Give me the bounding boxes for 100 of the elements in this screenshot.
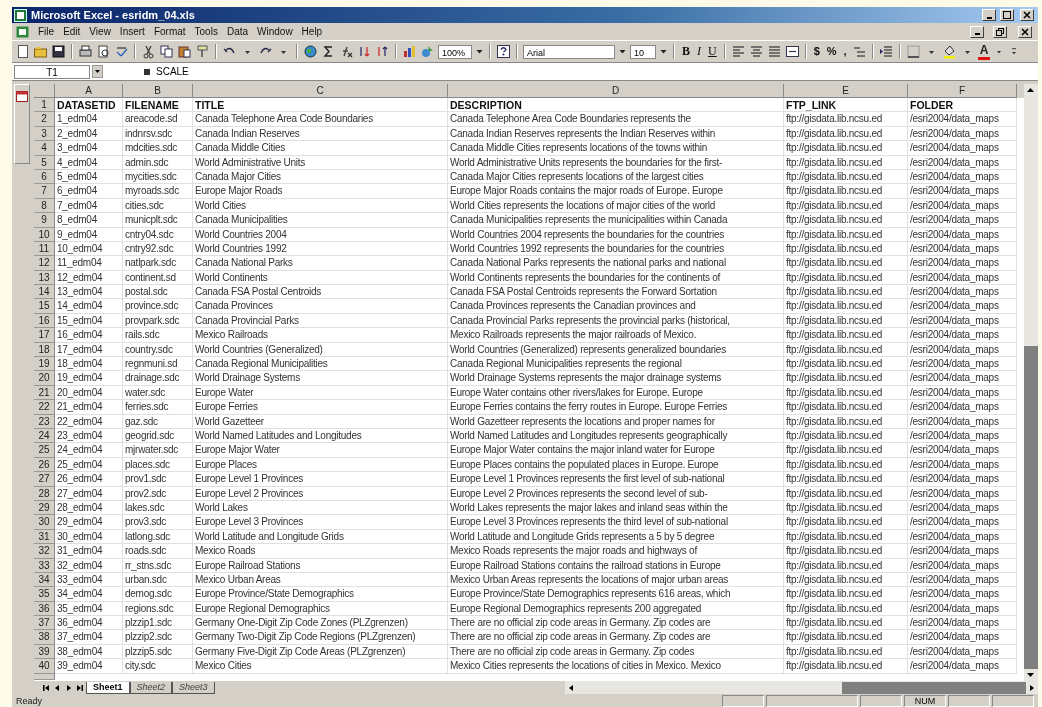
- format-painter-icon[interactable]: [195, 44, 210, 59]
- row-header[interactable]: 20: [34, 371, 55, 386]
- merge-center-icon[interactable]: [784, 44, 800, 59]
- paste-icon[interactable]: [177, 44, 192, 59]
- menu-item[interactable]: Window: [257, 26, 293, 37]
- open-folder-icon[interactable]: [33, 44, 48, 59]
- formula-field[interactable]: SCALE: [153, 64, 1036, 79]
- number-format-button[interactable]: %: [824, 44, 839, 59]
- table-cell: plzzip5.sdc: [123, 644, 193, 660]
- help-icon[interactable]: [496, 44, 511, 59]
- menu-item[interactable]: File: [38, 26, 55, 37]
- table-cell: 33_edm04: [55, 572, 123, 588]
- row-header[interactable]: 35: [34, 587, 55, 602]
- table-cell: /esri2004/data_maps: [908, 500, 1017, 516]
- equals-icon[interactable]: [143, 67, 151, 76]
- row-header[interactable]: 14: [34, 285, 55, 300]
- close-button[interactable]: [1020, 9, 1034, 21]
- table-cell: lakes.sdc: [123, 500, 193, 516]
- row-header[interactable]: 32: [34, 544, 55, 559]
- zoom-dropdown[interactable]: 100%: [438, 44, 472, 59]
- number-format-button[interactable]: ,: [841, 44, 849, 59]
- table-cell: drainage.sdc: [123, 371, 193, 386]
- format-button[interactable]: I: [695, 44, 703, 59]
- table-cell: ftp://gisdata.lib.ncsu.ed: [784, 500, 908, 516]
- column-header[interactable]: D: [448, 84, 784, 98]
- vertical-scrollbar[interactable]: [1024, 84, 1038, 681]
- table-cell: Mexico Urban Areas: [193, 572, 448, 588]
- cut-icon[interactable]: [141, 44, 156, 59]
- menu-item[interactable]: View: [89, 26, 111, 37]
- row-header[interactable]: 15: [34, 299, 55, 314]
- row-header[interactable]: 2: [34, 112, 55, 127]
- column-header[interactable]: E: [784, 84, 908, 98]
- row-header[interactable]: 17: [34, 328, 55, 343]
- table-cell: ftp://gisdata.lib.ncsu.ed: [784, 385, 908, 401]
- font-size-dropdown[interactable]: 10: [630, 44, 656, 59]
- row-header[interactable]: 12: [34, 256, 55, 271]
- save-icon[interactable]: [51, 44, 66, 59]
- row-header[interactable]: 1: [34, 98, 55, 113]
- print-icon[interactable]: [78, 44, 93, 59]
- print-preview-icon[interactable]: [96, 44, 111, 59]
- horizontal-scrollbar[interactable]: [564, 681, 1038, 694]
- menu-item[interactable]: Insert: [119, 26, 145, 37]
- sort-descending-icon[interactable]: [375, 44, 390, 59]
- sheet-tab[interactable]: Sheet1: [86, 681, 130, 694]
- row-header[interactable]: 25: [34, 443, 55, 458]
- menu-item[interactable]: Data: [226, 26, 249, 37]
- table-cell: DATASETID: [55, 98, 123, 113]
- table-cell: Canada Provincial Parks represents the provincial parks (historical,: [448, 313, 784, 329]
- row-header[interactable]: 30: [34, 515, 55, 530]
- table-cell: ftp://gisdata.lib.ncsu.ed: [784, 429, 908, 444]
- row-header[interactable]: 38: [34, 630, 55, 645]
- close-button[interactable]: [1018, 25, 1032, 38]
- row-header[interactable]: 4: [34, 141, 55, 156]
- minimize-button[interactable]: [982, 9, 996, 21]
- number-format-button[interactable]: $: [811, 44, 822, 59]
- borders-icon[interactable]: [905, 44, 921, 59]
- chart-icon[interactable]: [402, 44, 417, 59]
- row-header[interactable]: 40: [34, 659, 55, 674]
- minimize-button[interactable]: [970, 25, 984, 38]
- row-header[interactable]: 27: [34, 472, 55, 487]
- menu-item[interactable]: Format: [153, 26, 186, 37]
- caret-icon[interactable]: [92, 65, 103, 78]
- calendar-icon[interactable]: [15, 89, 29, 103]
- status-text: Ready: [16, 695, 42, 706]
- row-header[interactable]: 9: [34, 213, 55, 228]
- menu-item[interactable]: Edit: [63, 26, 81, 37]
- row-header[interactable]: 22: [34, 400, 55, 415]
- table-cell: Germany One-Digit Zip Code Zones (PLZgrenzen): [193, 616, 448, 631]
- restore-button[interactable]: [993, 25, 1007, 38]
- increase-decimal-icon[interactable]: [851, 44, 867, 59]
- align-left-icon[interactable]: [730, 44, 746, 59]
- format-button[interactable]: B: [680, 44, 692, 59]
- font-dropdown[interactable]: Arial: [523, 44, 615, 59]
- table-cell: Europe Level 2 Provinces represents the second level of sub-: [448, 486, 784, 501]
- maximize-button[interactable]: [1000, 9, 1014, 21]
- sheet-tab[interactable]: Sheet3: [172, 681, 215, 694]
- increase-indent-icon[interactable]: [878, 44, 894, 59]
- globe-icon[interactable]: [303, 44, 318, 59]
- fill-color-icon[interactable]: [941, 44, 957, 59]
- sheet-tab[interactable]: Sheet2: [129, 681, 173, 694]
- new-document-icon[interactable]: [15, 44, 30, 59]
- name-box[interactable]: T1: [14, 64, 90, 79]
- row-header[interactable]: 7: [34, 184, 55, 199]
- menu-item[interactable]: Tools: [194, 26, 218, 37]
- row-header[interactable]: 19: [34, 357, 55, 372]
- font-color-button[interactable]: A: [977, 43, 991, 60]
- format-button[interactable]: U: [706, 44, 719, 59]
- copy-icon[interactable]: [159, 44, 174, 59]
- column-header[interactable]: C: [193, 84, 448, 98]
- table-cell: cities.sdc: [123, 198, 193, 214]
- menu-item[interactable]: Help: [301, 26, 323, 37]
- column-header[interactable]: F: [908, 84, 1017, 98]
- column-header[interactable]: A: [55, 84, 123, 98]
- table-cell: ftp://gisdata.lib.ncsu.ed: [784, 342, 908, 358]
- spelling-icon[interactable]: [114, 44, 129, 59]
- row-header[interactable]: 37: [34, 616, 55, 631]
- sort-ascending-icon[interactable]: [357, 44, 372, 59]
- column-header[interactable]: B: [123, 84, 193, 98]
- align-center-icon[interactable]: [748, 44, 764, 59]
- workbook-icon[interactable]: [16, 25, 29, 38]
